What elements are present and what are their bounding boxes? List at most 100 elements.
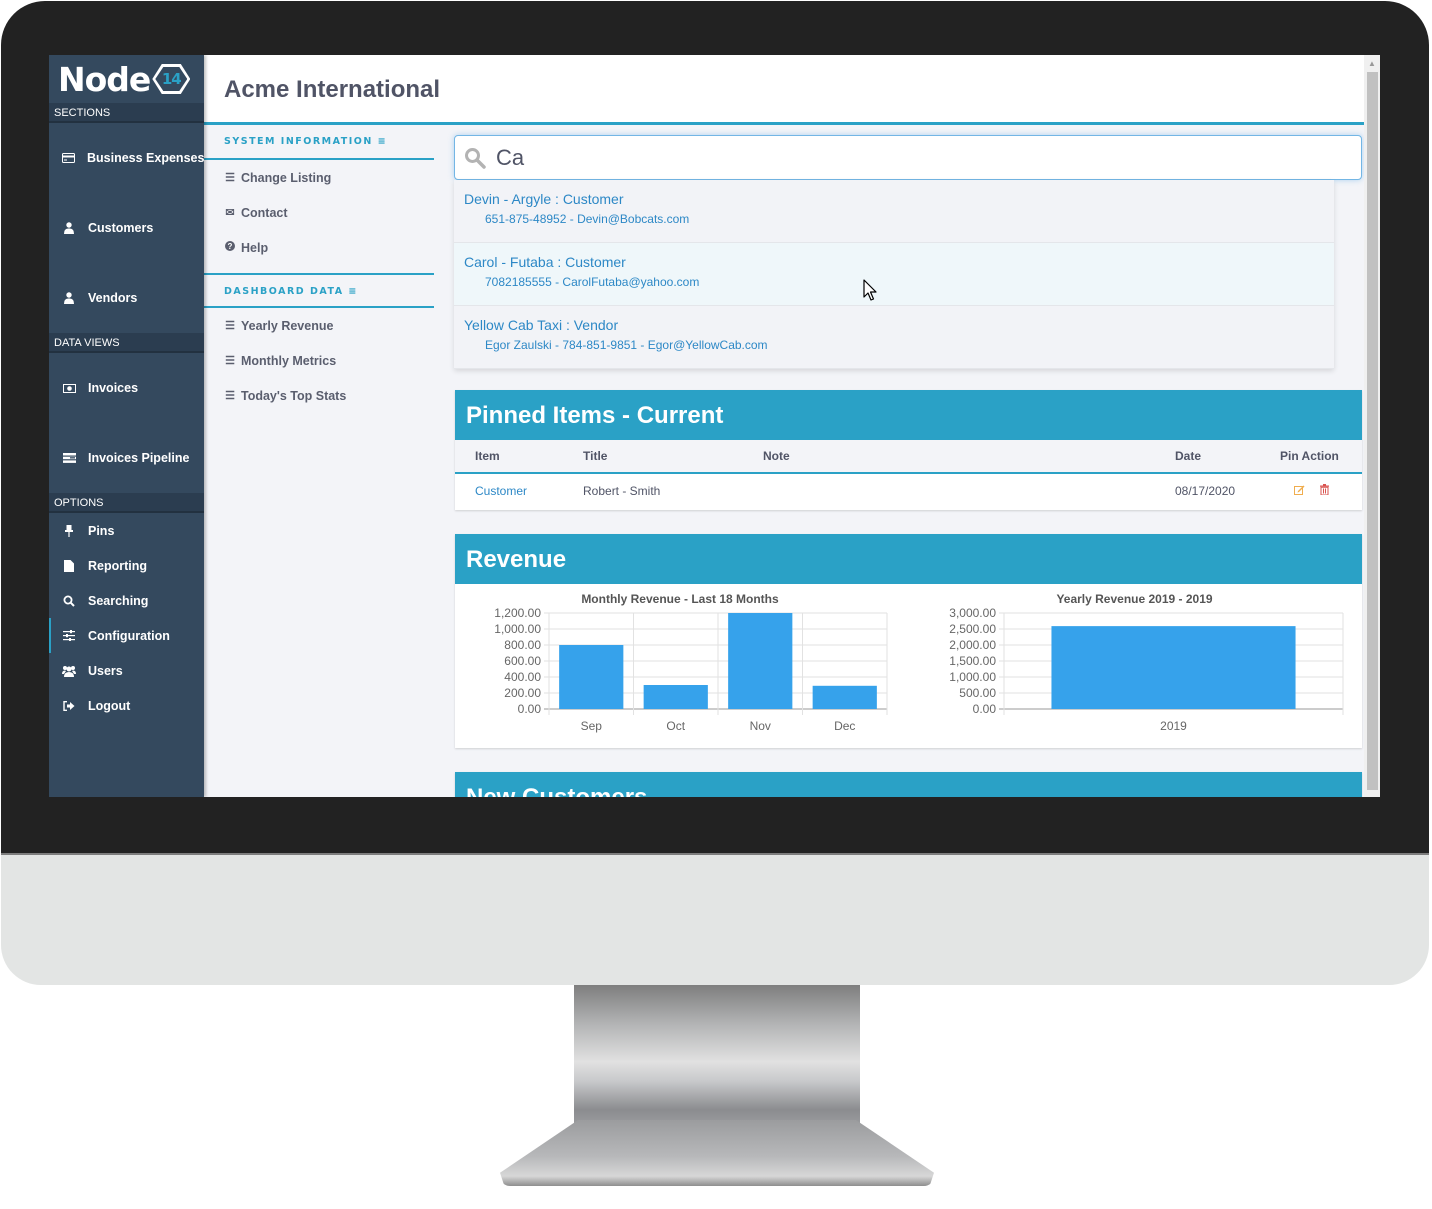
y-tick-label: 2,500.00 [949, 622, 996, 636]
list-icon: ≡ [377, 136, 388, 147]
sidebar-item-label: Searching [88, 593, 149, 608]
y-tick-label: 200.00 [504, 686, 541, 700]
search-result-item[interactable]: Yellow Cab Taxi : Vendor Egor Zaulski - … [454, 306, 1334, 369]
yearly-revenue-svg: 0.00 500.00 1,000.00 1,500.00 2,000.00 2,500.… [949, 606, 1344, 733]
submenu-item-yearly-revenue[interactable]: ☰ Yearly Revenue [204, 308, 434, 343]
column-header-item[interactable]: Item [455, 440, 583, 474]
search-result-detail: 7082185555 - CarolFutaba@yahoo.com [485, 275, 700, 289]
system-information-header[interactable]: SYSTEM INFORMATION ≡ [204, 125, 434, 160]
sidebar-item-invoices[interactable]: Invoices [49, 353, 204, 423]
sidebar-item-label: Invoices [88, 381, 139, 395]
sidebar-item-vendors[interactable]: Vendors [49, 263, 204, 333]
page-title: Acme International [224, 76, 441, 103]
user-icon [62, 221, 76, 235]
sidebar-item-business-expenses[interactable]: Business Expenses [49, 123, 204, 193]
scroll-up-arrow-icon[interactable]: ▲ [1364, 55, 1380, 71]
scrollbar-thumb[interactable] [1367, 72, 1378, 790]
submenu-item-label: Monthly Metrics [241, 353, 337, 368]
search-result-item[interactable]: Devin - Argyle : Customer 651-875-48952 … [454, 180, 1334, 243]
pinned-item-date: 08/17/2020 [1175, 484, 1236, 498]
pinned-item-link[interactable]: Customer [475, 484, 527, 498]
sidebar-item-users[interactable]: Users [49, 653, 204, 688]
sidebar-item-configuration[interactable]: Configuration [49, 618, 204, 653]
sidebar-section-header: OPTIONS [49, 493, 204, 513]
app-logo[interactable]: Node 14 [49, 55, 204, 103]
monitor-stand-base [500, 1120, 934, 1186]
y-tick-label: 1,500.00 [949, 654, 996, 668]
submenu-item-label: Contact [241, 205, 288, 220]
pinned-items-panel: Pinned Items - Current Item Title Note D… [455, 390, 1362, 510]
table-row: Customer Robert - Smith 08/17/2020 [455, 473, 1362, 508]
sidebar-item-logout[interactable]: Logout [49, 688, 204, 723]
search-result-item[interactable]: Carol - Futaba : Customer 7082185555 - C… [454, 243, 1334, 306]
sidebar-section-header: DATA VIEWS [49, 333, 204, 353]
submenu-item-change-listing[interactable]: ☰ Change Listing [204, 160, 434, 195]
search-icon [464, 147, 486, 169]
y-tick-label: 0.00 [973, 702, 997, 716]
submenu-item-contact[interactable]: ✉ Contact [204, 195, 434, 230]
dashboard-data-header[interactable]: DASHBOARD DATA ≡ [204, 273, 434, 308]
pinned-item-note [763, 473, 1175, 508]
column-header-date[interactable]: Date [1175, 440, 1278, 474]
sidebar-item-customers[interactable]: Customers [49, 193, 204, 263]
global-search [454, 135, 1362, 180]
new-customers-panel: New Customers [455, 772, 1362, 797]
column-header-title[interactable]: Title [583, 440, 763, 474]
sidebar-item-label: Logout [88, 698, 131, 713]
search-input[interactable] [496, 144, 1296, 171]
edit-icon[interactable] [1292, 485, 1306, 498]
x-tick-label: Nov [750, 719, 771, 733]
file-icon [62, 559, 76, 573]
pinned-item-title: Robert - Smith [583, 484, 661, 498]
bar-Nov [728, 613, 793, 709]
sidebar-item-label: Users [88, 663, 123, 678]
submenu-item-todays-top-stats[interactable]: ☰ Today's Top Stats [204, 378, 434, 413]
list-icon: ☰ [225, 172, 235, 184]
search-result-title: Yellow Cab Taxi : Vendor [464, 317, 619, 333]
search-result-title: Devin - Argyle : Customer [464, 191, 624, 207]
submenu-item-label: Today's Top Stats [241, 388, 347, 403]
submenu-item-label: Change Listing [241, 170, 332, 185]
mouse-cursor-icon [863, 279, 877, 301]
sidebar-item-label: Customers [88, 221, 154, 235]
submenu-item-help[interactable]: ? Help [204, 230, 434, 265]
search-results-dropdown: Devin - Argyle : Customer 651-875-48952 … [454, 180, 1334, 369]
submenu-header-label: SYSTEM INFORMATION [224, 136, 373, 147]
y-tick-label: 400.00 [504, 670, 541, 684]
pinned-items-table: Item Title Note Date Pin Action Customer… [455, 440, 1362, 508]
x-tick-label: Oct [666, 719, 685, 733]
table-header-row: Item Title Note Date Pin Action [455, 440, 1362, 474]
submenu-item-label: Help [241, 240, 269, 255]
sidebar-item-searching[interactable]: Searching [49, 583, 204, 618]
y-tick-label: 500.00 [959, 686, 996, 700]
users-icon [62, 664, 76, 678]
user-icon [62, 291, 76, 305]
y-tick-label: 1,000.00 [494, 622, 541, 636]
pipeline-icon [62, 451, 76, 465]
y-tick-label: 3,000.00 [949, 606, 996, 620]
list-icon: ≡ [348, 286, 358, 297]
sidebar-item-reporting[interactable]: Reporting [49, 548, 204, 583]
y-tick-label: 1,000.00 [949, 670, 996, 684]
vertical-scrollbar[interactable]: ▲ [1364, 55, 1380, 797]
submenu-item-monthly-metrics[interactable]: ☰ Monthly Metrics [204, 343, 434, 378]
svg-text:?: ? [228, 242, 233, 251]
sidebar-item-label: Vendors [88, 291, 138, 305]
column-header-note[interactable]: Note [763, 440, 1175, 474]
sidebar-item-pins[interactable]: Pins [49, 513, 204, 548]
pin-icon [62, 524, 76, 538]
credit-card-icon [62, 151, 75, 165]
revenue-panel: Revenue Monthly Revenue - Last 18 Months… [455, 534, 1362, 748]
logo-badge-icon: 14 [152, 64, 191, 94]
x-tick-label: Sep [581, 719, 603, 733]
trash-icon[interactable] [1317, 484, 1331, 498]
sidebar-item-invoices-pipeline[interactable]: Invoices Pipeline [49, 423, 204, 493]
y-tick-label: 1,200.00 [494, 606, 541, 620]
list-icon: ☰ [225, 390, 235, 402]
search-result-detail: 651-875-48952 - Devin@Bobcats.com [485, 212, 690, 226]
revenue-title: Revenue [455, 534, 1362, 584]
submenu-item-label: Yearly Revenue [241, 318, 334, 333]
logo-badge-number: 14 [161, 70, 182, 88]
search-icon [62, 594, 76, 608]
list-icon: ☰ [225, 320, 235, 332]
